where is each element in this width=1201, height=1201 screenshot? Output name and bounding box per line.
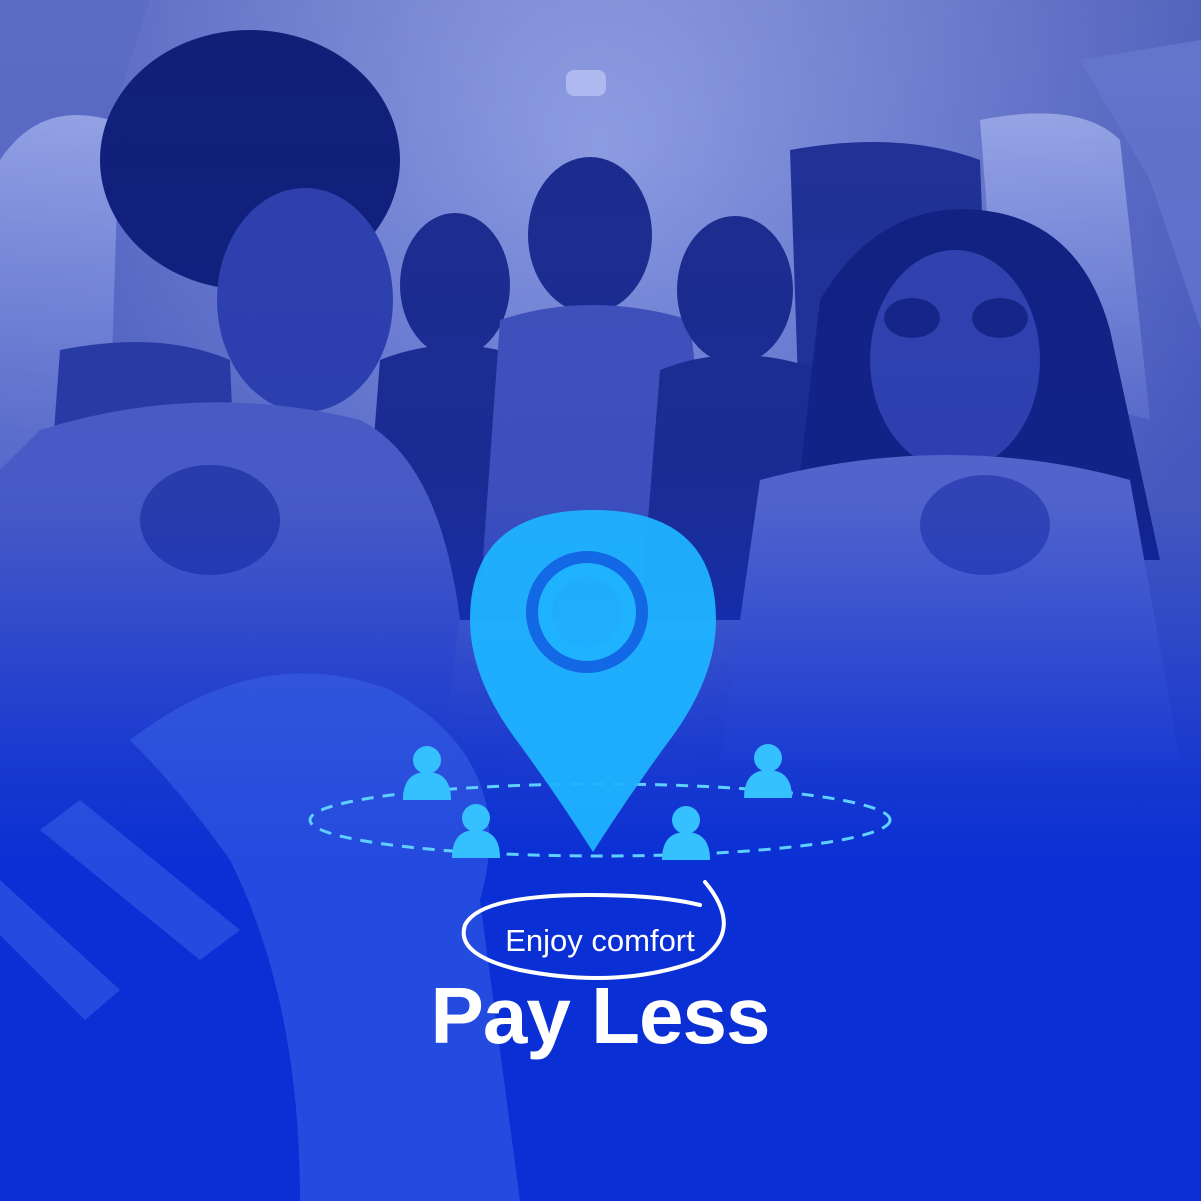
location-pin-icon [470,510,716,852]
ad-poster: Enjoy comfort Pay Less [0,0,1201,1201]
decorative-stripe [0,880,120,1020]
person-icon [662,806,710,860]
tagline-enjoy-comfort: Enjoy comfort [505,923,695,958]
tagline-pay-less: Pay Less [430,971,771,1060]
person-icon [744,744,792,798]
